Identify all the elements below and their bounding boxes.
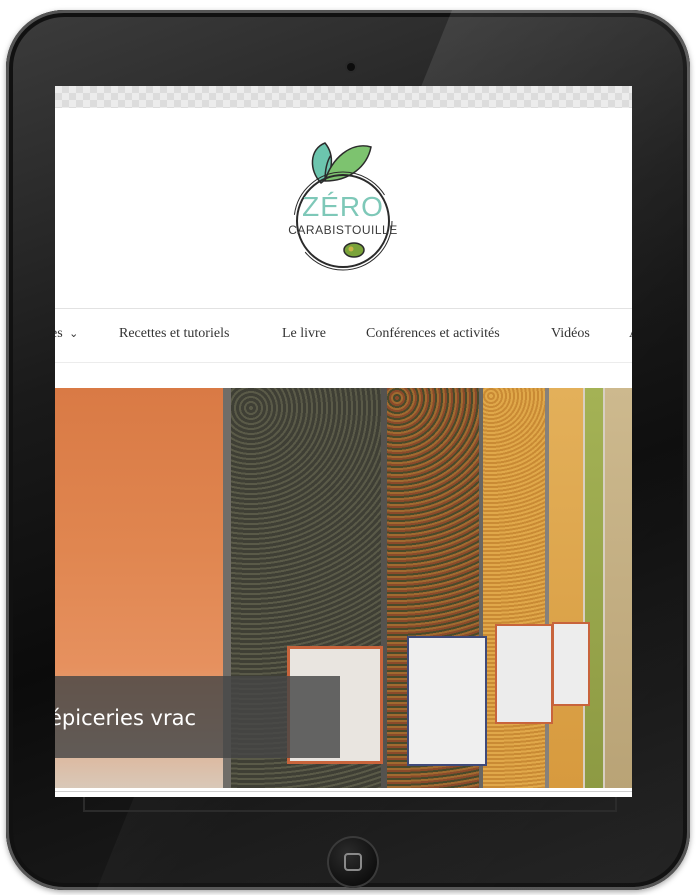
bin-divider xyxy=(545,388,549,788)
site-logo[interactable]: ZÉRO CARABISTOUILLE xyxy=(279,131,407,276)
hero-caption-text: épiceries vrac xyxy=(55,706,197,730)
content-bottom-rule xyxy=(55,791,632,795)
nav-bottom-border xyxy=(55,362,632,363)
nav-item-le-livre[interactable]: Le livre xyxy=(282,326,326,342)
logo-title: ZÉRO xyxy=(302,191,384,222)
chevron-down-icon: ⌄ xyxy=(69,327,79,340)
bin-green xyxy=(585,388,603,788)
nav-item-conferences[interactable]: Conférences et activités xyxy=(366,326,500,342)
home-button[interactable] xyxy=(327,836,379,888)
decorative-pattern-band xyxy=(55,86,632,108)
bin-label-card xyxy=(552,622,590,706)
bin-corn xyxy=(549,388,583,788)
bin-label-card xyxy=(495,624,553,724)
device-screen: ZÉRO CARABISTOUILLE es ⌄ Recettes et tut… xyxy=(55,86,632,797)
nav-item-partial-next[interactable]: A xyxy=(629,326,632,342)
bin-label-card xyxy=(407,636,487,766)
nav-item-videos[interactable]: Vidéos xyxy=(551,326,590,342)
home-square-icon xyxy=(344,853,362,871)
hero-caption-box[interactable]: épiceries vrac xyxy=(55,676,340,758)
nav-item-recettes[interactable]: Recettes et tutoriels xyxy=(119,326,229,342)
bin-beige xyxy=(605,388,632,788)
main-navigation: es ⌄ Recettes et tutoriels Le livre Conf… xyxy=(55,308,632,364)
nav-item-label: es xyxy=(55,326,63,341)
camera-icon xyxy=(347,63,355,71)
nav-item-partial-dropdown[interactable]: es ⌄ xyxy=(55,326,78,342)
hero-slider-image[interactable]: épiceries vrac xyxy=(55,388,632,788)
bin-golden-grains xyxy=(483,388,545,788)
logo-subtitle: CARABISTOUILLE xyxy=(288,223,398,237)
